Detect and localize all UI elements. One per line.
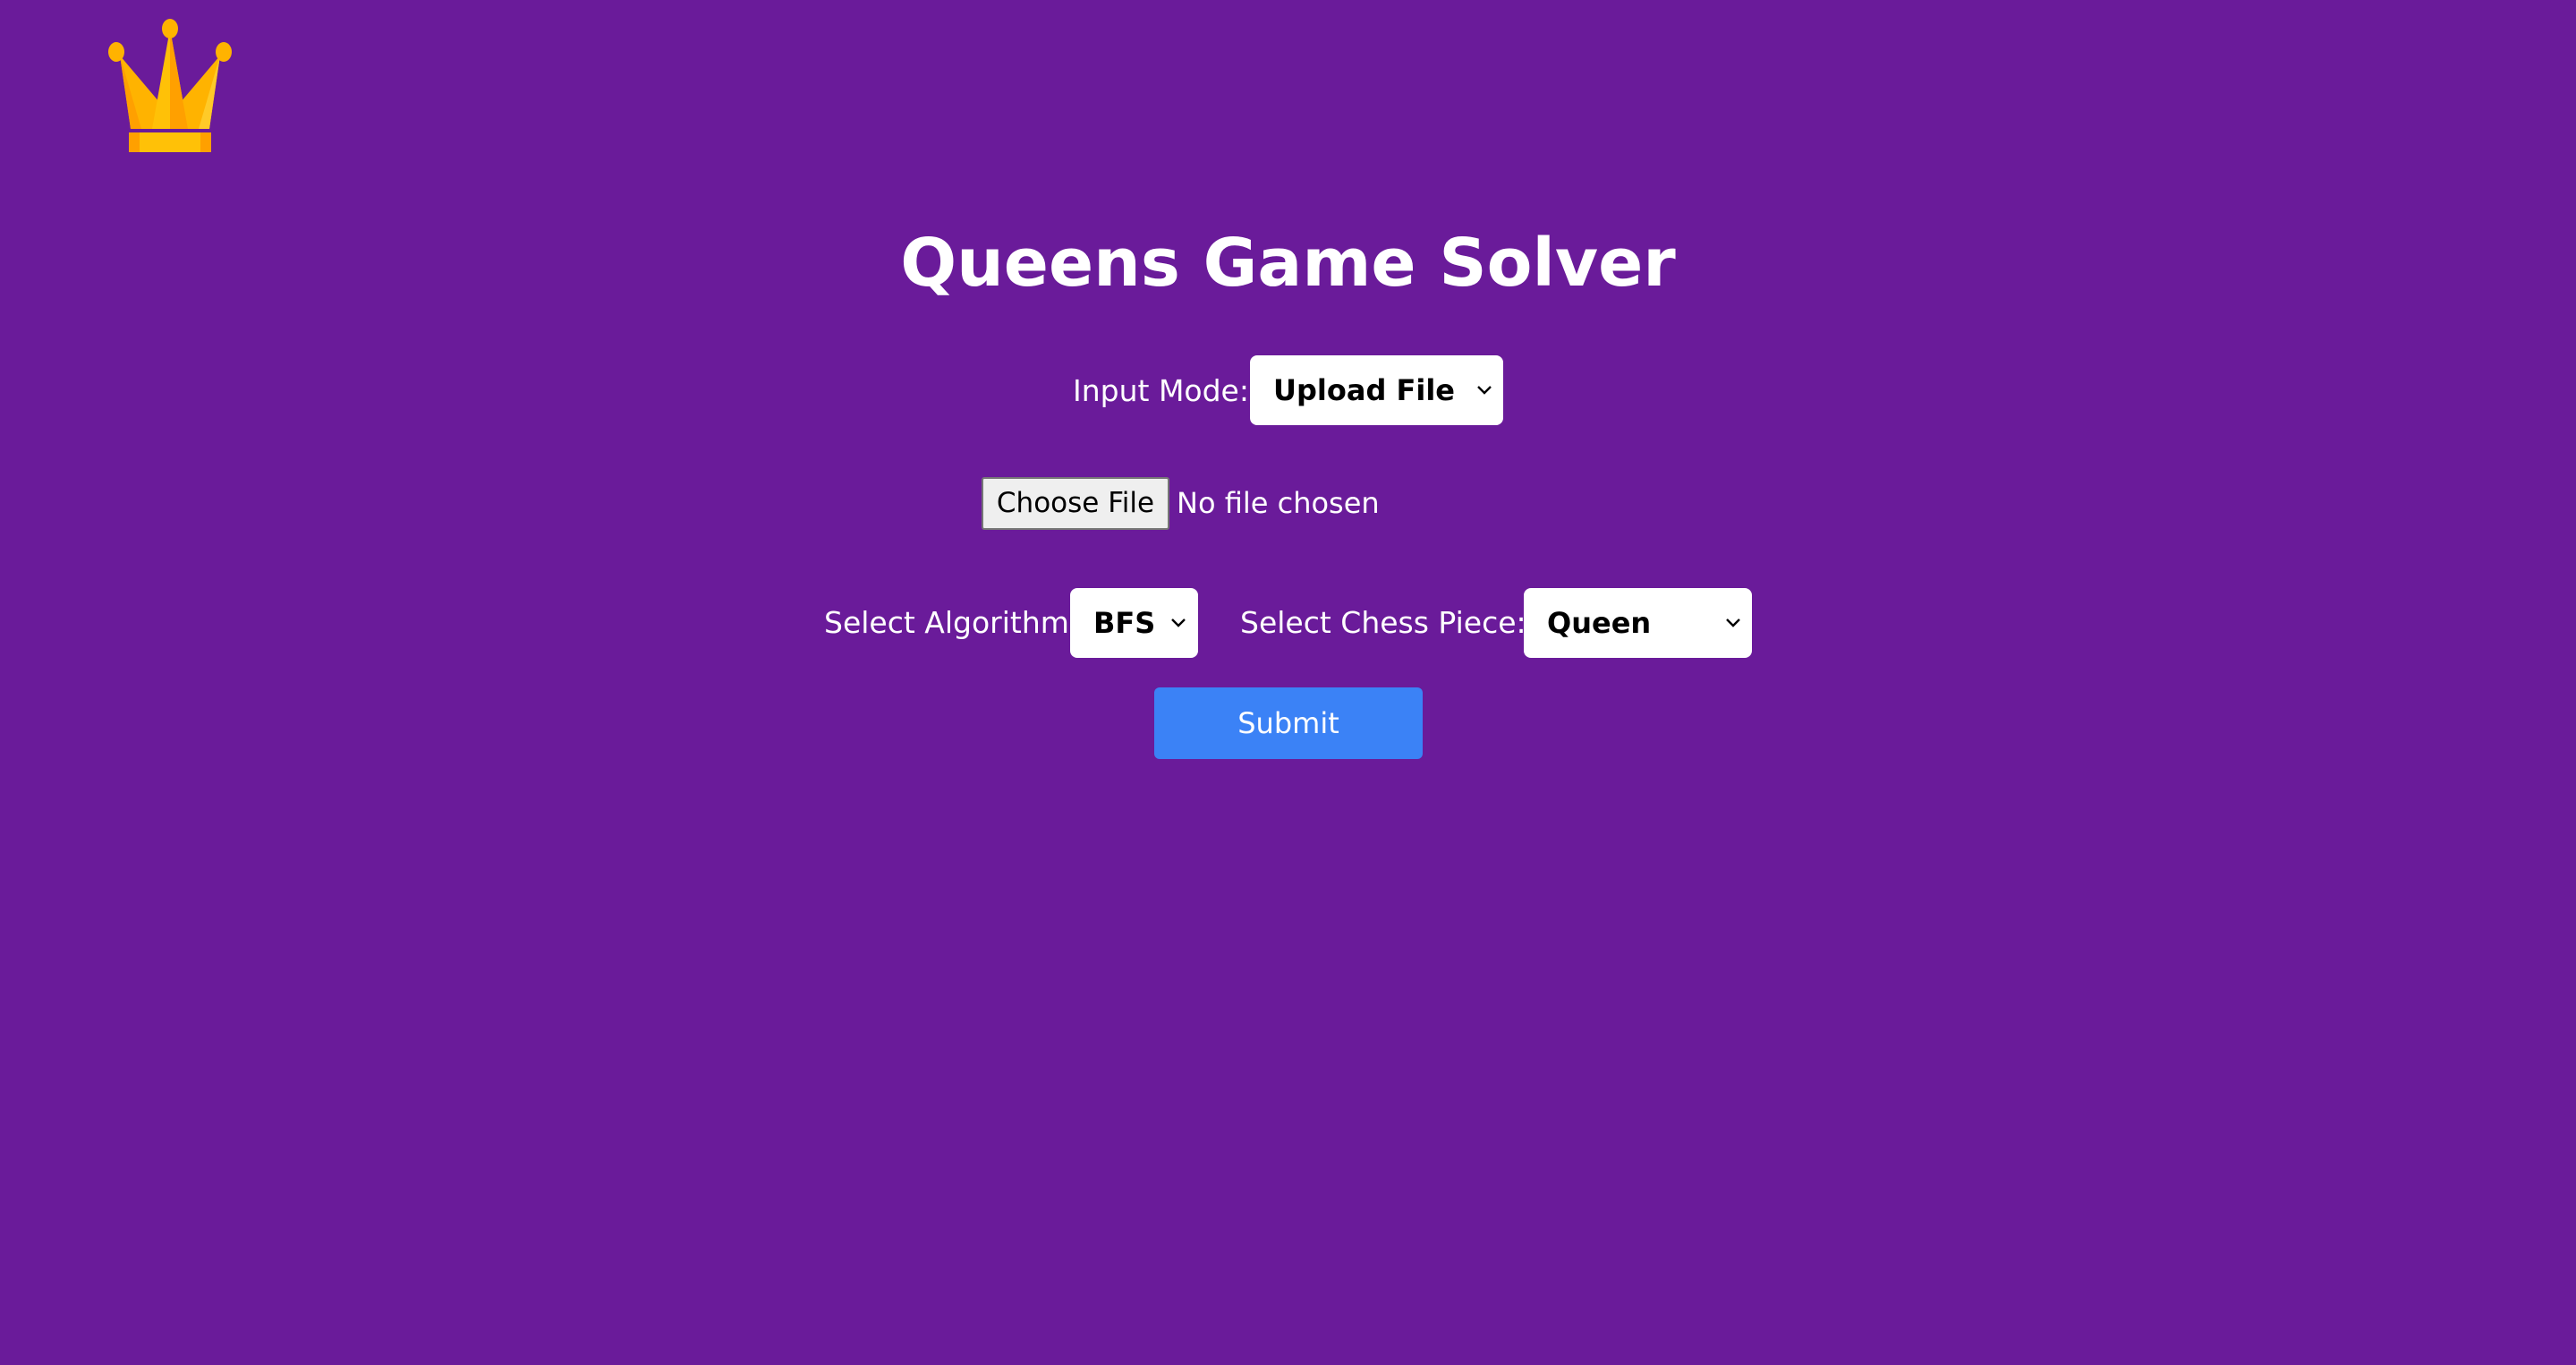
- chess-piece-select[interactable]: Queen: [1524, 588, 1752, 658]
- algorithm-label: Select Algorithm:: [824, 605, 1080, 640]
- choose-file-button[interactable]: Choose File: [982, 477, 1169, 530]
- chevron-down-icon: [1477, 386, 1492, 395]
- chess-piece-label: Select Chess Piece:: [1240, 605, 1526, 640]
- input-mode-label: Input Mode:: [1073, 373, 1249, 408]
- page-title: Queens Game Solver: [900, 225, 1676, 302]
- crown-icon: [108, 19, 232, 152]
- input-mode-value: Upload File: [1273, 373, 1455, 407]
- file-status-text: No file chosen: [1177, 486, 1380, 520]
- chevron-down-icon: [1171, 619, 1186, 627]
- chevron-down-icon: [1726, 619, 1740, 627]
- submit-button[interactable]: Submit: [1154, 687, 1423, 759]
- input-mode-select[interactable]: Upload File: [1250, 355, 1503, 425]
- algorithm-select[interactable]: BFS: [1070, 588, 1198, 658]
- algorithm-value: BFS: [1093, 606, 1156, 640]
- chess-piece-value: Queen: [1547, 606, 1652, 640]
